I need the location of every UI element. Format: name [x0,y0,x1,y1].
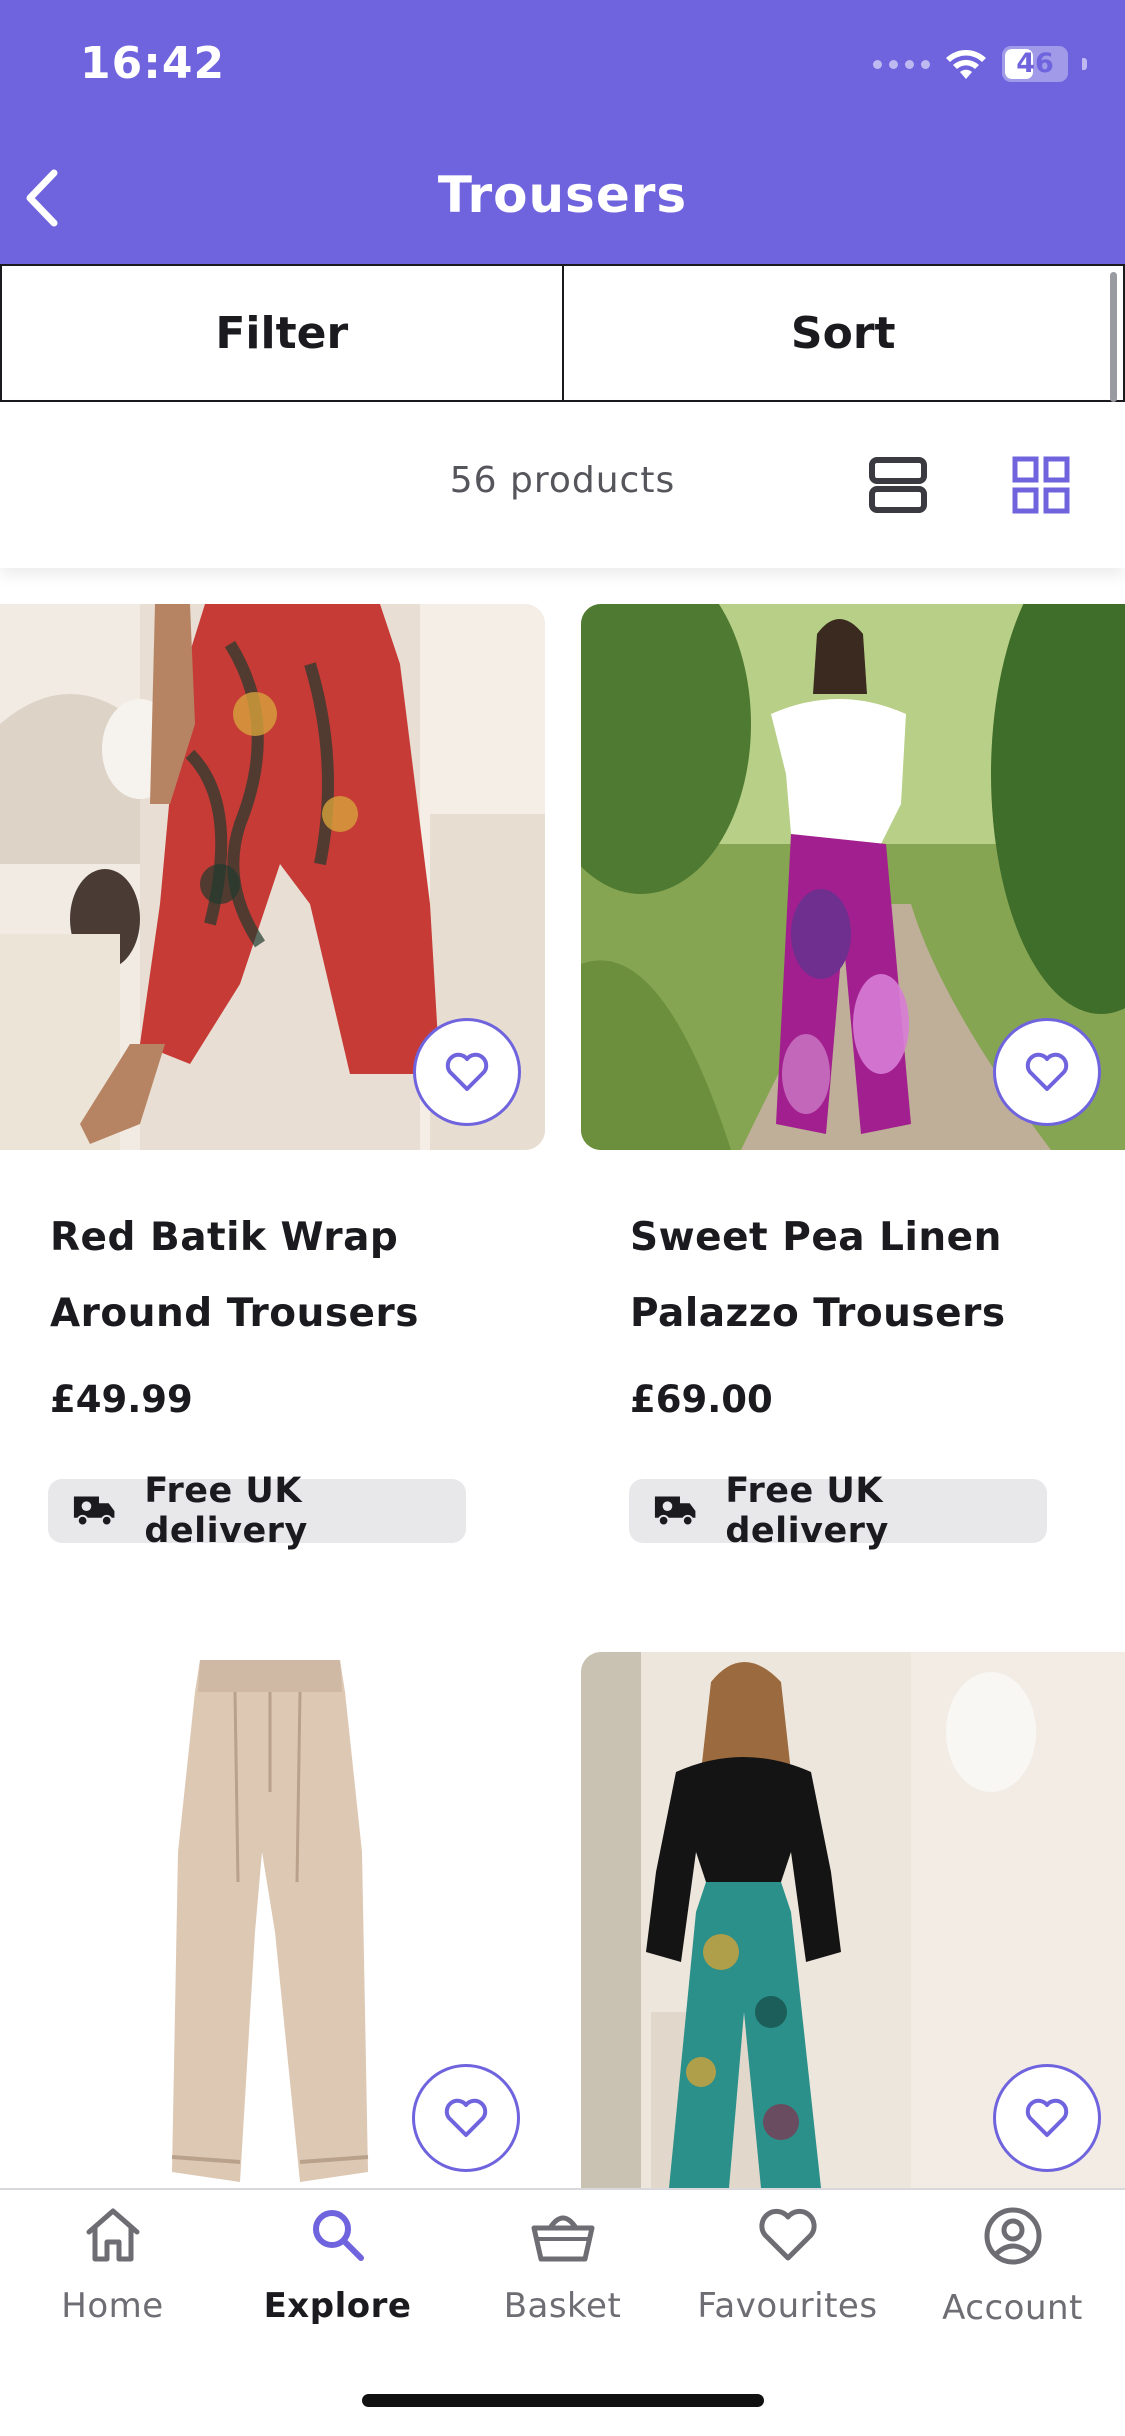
heart-icon [1025,2098,1069,2137]
nav-basket[interactable]: Basket [450,2206,675,2326]
search-icon [312,2210,364,2261]
heart-icon [444,2098,488,2137]
product-price: £69.00 [630,1378,773,1421]
delivery-truck-icon [654,1496,696,1527]
sort-button[interactable]: Sort [563,264,1125,402]
account-icon [984,2207,1041,2265]
nav-explore[interactable]: Explore [225,2206,450,2326]
product-name[interactable]: Sweet Pea Linen Palazzo Trousers [630,1200,1125,1352]
heart-icon [1025,1052,1069,1091]
nav-favourites[interactable]: Favourites [675,2206,900,2326]
home-icon [86,2208,139,2262]
favourite-button[interactable] [993,1018,1101,1126]
grid-view-button[interactable] [1012,456,1070,518]
product-count: 56 products [449,460,676,501]
scrollbar[interactable] [1110,272,1117,402]
favourite-button[interactable] [412,2064,520,2172]
list-view-icon [869,457,927,513]
battery-level: 46 [1016,48,1054,79]
filter-sort-bar: Filter Sort [0,264,1125,402]
wifi-icon [946,50,986,79]
app-header: 16:42 46 Trousers [0,0,1125,264]
nav-home[interactable]: Home [0,2206,225,2326]
heart-icon [758,2208,817,2261]
status-icons: 46 [873,46,1087,82]
favourite-button[interactable] [993,2064,1101,2172]
filter-button[interactable]: Filter [0,264,564,402]
product-name[interactable]: Red Batik Wrap Around Trousers [50,1200,550,1352]
basket-icon [531,2215,594,2262]
delivery-truck-icon [73,1496,115,1527]
status-time: 16:42 [80,38,226,89]
battery-icon: 46 [1002,46,1068,82]
grid-view-icon [1012,456,1070,514]
page-title: Trousers [437,166,688,224]
heart-icon [445,1052,489,1091]
product-price: £49.99 [50,1378,193,1421]
delivery-badge: Free UK delivery [629,1471,1047,1551]
home-indicator[interactable] [362,2394,764,2407]
nav-account[interactable]: Account [900,2206,1125,2328]
list-view-button[interactable] [868,456,928,518]
cellular-signal-icon [873,59,930,69]
favourite-button[interactable] [413,1018,521,1126]
delivery-badge: Free UK delivery [48,1471,466,1551]
